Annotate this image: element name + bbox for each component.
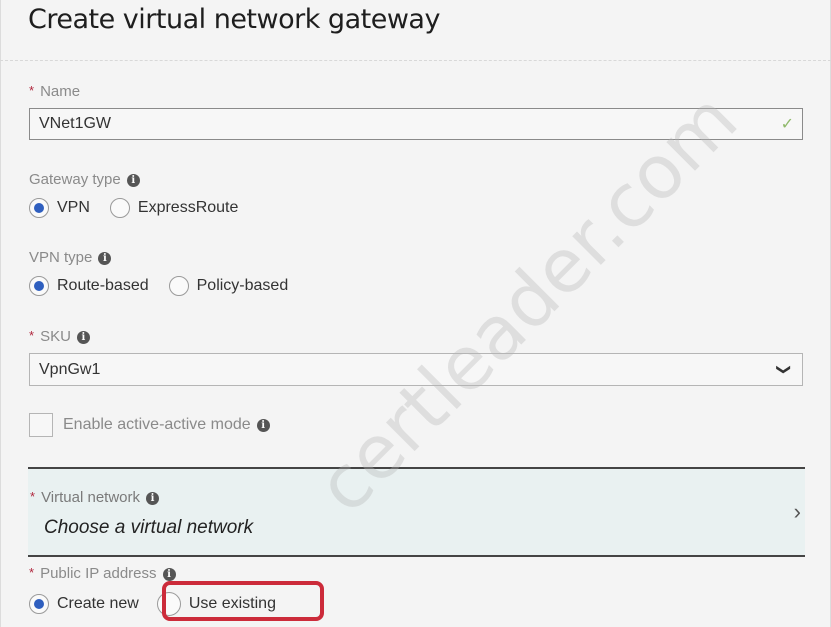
radio-button[interactable]	[109, 198, 130, 218]
radio-button[interactable]	[29, 276, 49, 296]
page-title: Create virtual network gateway	[28, 4, 440, 35]
info-icon[interactable]: i	[162, 567, 176, 581]
radio-button[interactable]	[168, 276, 189, 296]
radio-create-new[interactable]: Create new	[29, 594, 139, 614]
header-divider	[0, 60, 831, 61]
public-ip-label: * Public IP address i	[29, 565, 176, 582]
gateway-type-label: Gateway type i	[29, 171, 140, 188]
name-input[interactable]	[30, 109, 759, 139]
name-label: * Name	[29, 83, 81, 100]
checkmark-icon: ✓	[780, 116, 794, 133]
info-icon[interactable]: i	[256, 418, 270, 432]
radio-expressroute[interactable]: ExpressRoute	[109, 198, 238, 218]
required-icon: *	[30, 489, 36, 504]
radio-button[interactable]	[29, 594, 49, 614]
name-field[interactable]: ✓	[29, 108, 803, 140]
radio-policy-based[interactable]: Policy-based	[168, 276, 288, 296]
radio-selected-dot	[34, 203, 44, 213]
radio-button[interactable]	[29, 198, 49, 218]
chevron-right-icon[interactable]: ›	[794, 499, 801, 525]
info-icon[interactable]: i	[146, 491, 159, 505]
required-icon: *	[29, 565, 35, 580]
active-active-option[interactable]: Enable active-active mode i	[29, 413, 270, 437]
sku-label: * SKU i	[29, 328, 90, 345]
chevron-down-icon: ❯	[776, 363, 793, 376]
active-active-checkbox[interactable]	[29, 413, 53, 437]
radio-route-based[interactable]: Route-based	[29, 276, 149, 296]
info-icon[interactable]: i	[76, 330, 90, 344]
sku-selected-value: VpnGw1	[39, 361, 101, 378]
info-icon[interactable]: i	[126, 173, 140, 187]
radio-selected-dot	[34, 599, 44, 609]
highlight-annotation	[162, 581, 324, 621]
required-icon: *	[29, 83, 35, 98]
vpn-type-radio-group: Route-based Policy-based	[29, 276, 308, 296]
required-icon: *	[29, 328, 35, 343]
virtual-network-label: * Virtual network i	[30, 489, 159, 506]
sku-dropdown[interactable]: VpnGw1 ❯	[29, 353, 803, 386]
gateway-type-radio-group: VPN ExpressRoute	[29, 198, 258, 218]
vpn-type-label: VPN type i	[29, 249, 112, 266]
radio-selected-dot	[34, 281, 44, 291]
virtual-network-value: Choose a virtual network	[44, 517, 254, 538]
virtual-network-picker[interactable]: * Virtual network i Choose a virtual netwo…	[28, 467, 805, 557]
radio-vpn[interactable]: VPN	[29, 198, 90, 218]
info-icon[interactable]: i	[98, 251, 112, 265]
